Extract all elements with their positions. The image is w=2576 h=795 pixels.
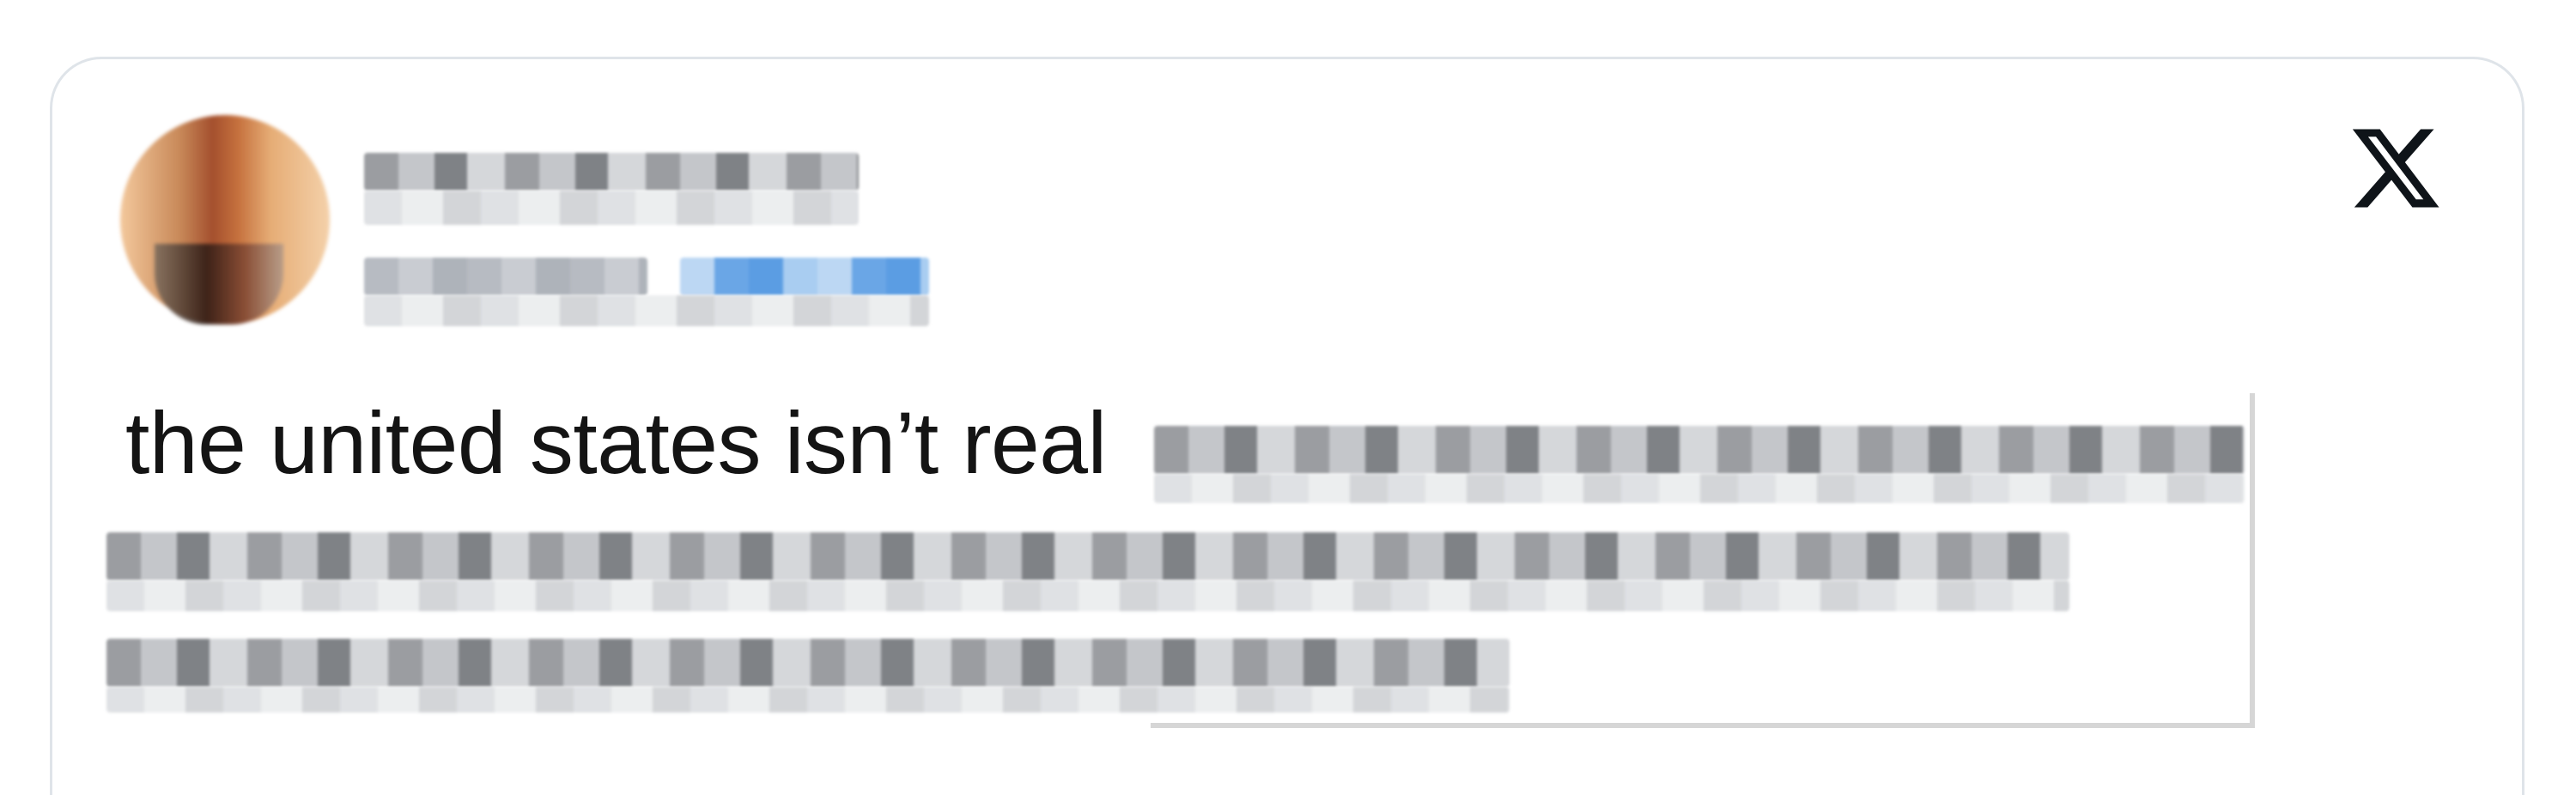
author-meta-shadow-redacted <box>364 295 929 326</box>
x-logo-icon[interactable] <box>2346 120 2445 216</box>
post-text: the united states isn’t real <box>125 394 1107 492</box>
media-preview-frame[interactable] <box>1151 393 2255 728</box>
author-handle-redacted[interactable] <box>364 258 647 295</box>
follow-link-redacted[interactable] <box>680 258 929 295</box>
author-name-shadow-redacted <box>364 191 859 225</box>
author-name-redacted[interactable] <box>364 153 859 191</box>
author-avatar[interactable] <box>120 115 330 325</box>
